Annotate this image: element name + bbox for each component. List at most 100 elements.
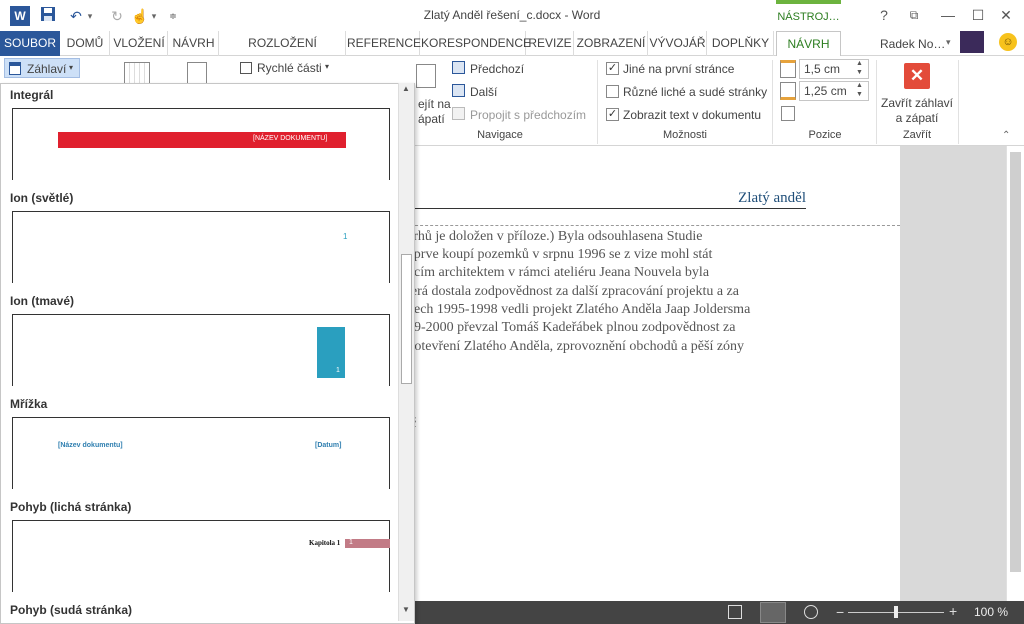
ribbon-display-options-button[interactable]: ⧉ bbox=[902, 4, 926, 26]
show-text-checkbox[interactable]: ✓ bbox=[606, 108, 619, 121]
tab-page-layout[interactable]: ROZLOŽENÍ STRÁNKY bbox=[220, 31, 346, 75]
body-text-line[interactable]: letech 1995-1998 vedli projekt Zlatého A… bbox=[400, 302, 806, 318]
smiley-feedback-icon[interactable]: ☺ bbox=[999, 33, 1017, 51]
header-position-spinner[interactable]: ▲ ▼ bbox=[856, 59, 863, 77]
gallery-item-ion-light[interactable]: 1 bbox=[12, 211, 390, 283]
avatar[interactable] bbox=[960, 31, 984, 53]
grid-preview-date: [Datum] bbox=[315, 442, 342, 449]
ribbon-separator bbox=[597, 60, 598, 144]
header-text[interactable]: Zlatý anděl bbox=[700, 190, 806, 207]
tab-review[interactable]: REVIZE bbox=[527, 31, 574, 56]
body-text-line[interactable]: n2 bbox=[400, 470, 806, 486]
gallery-scroll-up-icon[interactable]: ▲ bbox=[402, 84, 410, 93]
page-margin-area bbox=[900, 146, 1006, 601]
collapse-ribbon-icon[interactable]: ⌃ bbox=[1002, 130, 1010, 141]
footer-position-spinner[interactable]: ▲ ▼ bbox=[856, 81, 863, 99]
header-button-label: Záhlaví bbox=[27, 62, 67, 76]
body-text-line[interactable]: oucím architektem v rámci ateliéru Jeana… bbox=[400, 265, 806, 281]
quick-parts-icon[interactable] bbox=[240, 62, 252, 74]
tab-design[interactable]: NÁVRH bbox=[169, 31, 219, 56]
group-label-close: Zavřít bbox=[902, 129, 932, 141]
tab-references[interactable]: REFERENCE bbox=[347, 31, 421, 56]
help-button[interactable]: ? bbox=[872, 4, 896, 26]
go-to-footer-label-2[interactable]: ápatí bbox=[418, 112, 445, 126]
tab-developer[interactable]: VÝVOJÁŘ bbox=[649, 31, 707, 56]
first-page-checkbox[interactable]: ✓ bbox=[606, 62, 619, 75]
tab-mailings[interactable]: KORESPONDENCE bbox=[421, 31, 531, 56]
close-header-footer-label-2[interactable]: a zápatí bbox=[880, 111, 954, 125]
previous-button[interactable]: Předchozí bbox=[470, 62, 524, 76]
close-header-footer-label-1[interactable]: Zavřít záhlaví bbox=[880, 96, 954, 110]
user-dropdown-icon[interactable]: ▾ bbox=[946, 37, 951, 48]
link-previous-button[interactable]: Propojit s předchozím bbox=[470, 108, 586, 122]
undo-dropdown-icon[interactable]: ▾ bbox=[84, 6, 96, 26]
read-mode-icon[interactable] bbox=[728, 605, 742, 619]
undo-icon[interactable]: ↶ bbox=[66, 6, 86, 26]
gallery-item-pohyb-odd[interactable]: Kapitola 1 1 bbox=[12, 520, 390, 592]
insert-alignment-tab-icon[interactable] bbox=[781, 106, 795, 121]
zoom-slider-thumb[interactable] bbox=[894, 606, 898, 618]
context-tab-header: NÁSTROJ… bbox=[776, 0, 841, 31]
odd-even-checkbox[interactable] bbox=[606, 85, 619, 98]
gallery-scroll-thumb[interactable] bbox=[401, 254, 412, 384]
tab-header-footer-design[interactable]: NÁVRH bbox=[776, 31, 841, 57]
date-time-icon[interactable] bbox=[187, 62, 207, 84]
print-layout-icon[interactable] bbox=[760, 602, 786, 623]
save-icon[interactable] bbox=[38, 6, 58, 26]
show-text-option-label: Zobrazit text v dokumentu bbox=[623, 108, 762, 122]
group-label-options: Možnosti bbox=[662, 129, 708, 141]
zoom-in-button[interactable]: + bbox=[949, 603, 957, 619]
word-logo-icon[interactable]: W bbox=[10, 6, 30, 26]
zoom-out-button[interactable]: − bbox=[836, 604, 844, 620]
zoom-level[interactable]: 100 % bbox=[974, 605, 1008, 619]
body-text-line[interactable]: Kč bbox=[400, 416, 806, 432]
ribbon-separator bbox=[958, 60, 959, 144]
gallery-item-title: Integrál bbox=[10, 88, 54, 102]
page-number-icon[interactable] bbox=[124, 62, 150, 84]
body-text-line[interactable]: která dostala zodpovědnost za další zpra… bbox=[400, 284, 806, 300]
user-name[interactable]: Radek No… bbox=[880, 37, 945, 51]
tab-view[interactable]: ZOBRAZENÍ bbox=[575, 31, 648, 56]
body-text-line[interactable]: Teprve koupí pozemků v srpnu 1996 se z v… bbox=[400, 247, 806, 263]
maximize-button[interactable]: ☐ bbox=[966, 4, 990, 26]
pohyb-page-number: 1 bbox=[349, 539, 353, 546]
body-text-line[interactable]: 999-2000 převzal Tomáš Kadeřábek plnou z… bbox=[400, 320, 806, 336]
tab-insert[interactable]: VLOŽENÍ bbox=[111, 31, 168, 56]
gallery-item-title: Ion (světlé) bbox=[10, 191, 74, 205]
ion-dark-page-number: 1 bbox=[336, 367, 340, 374]
touch-mode-icon[interactable]: ☝ bbox=[130, 6, 150, 26]
body-text-line[interactable]: n2 bbox=[400, 452, 806, 468]
gallery-item-title: Pohyb (sudá stránka) bbox=[10, 603, 133, 617]
header-button[interactable]: Záhlaví ▾ bbox=[4, 58, 80, 78]
redo-icon[interactable]: ↻ bbox=[107, 6, 127, 26]
body-text-line[interactable]: n2 bbox=[400, 488, 806, 504]
gallery-item-title: Mřížka bbox=[10, 397, 48, 411]
gallery-item-grid[interactable]: [Název dokumentu] [Datum] bbox=[12, 417, 390, 489]
tab-file[interactable]: SOUBOR bbox=[0, 31, 60, 56]
header-position-icon bbox=[780, 60, 796, 78]
body-text-line[interactable]: n2 bbox=[400, 434, 806, 450]
footer-position-icon bbox=[780, 82, 796, 100]
go-to-footer-label-1[interactable]: ejít na bbox=[418, 97, 451, 111]
link-previous-icon bbox=[452, 107, 465, 120]
close-button[interactable]: ✕ bbox=[994, 4, 1018, 26]
ion-dark-block bbox=[317, 327, 345, 378]
gallery-item-ion-dark[interactable]: 1 bbox=[12, 314, 390, 386]
customize-qat-icon[interactable]: ≑ bbox=[166, 6, 180, 26]
body-text-line[interactable]: ní otevření Zlatého Anděla, zprovoznění … bbox=[400, 339, 806, 355]
scroll-thumb[interactable] bbox=[1010, 152, 1021, 572]
quick-parts-button[interactable]: Rychlé části bbox=[257, 61, 322, 75]
minimize-button[interactable]: — bbox=[936, 4, 960, 26]
touch-dropdown-icon[interactable]: ▾ bbox=[148, 6, 160, 26]
gallery-item-integral[interactable]: [NÁZEV DOKUMENTU] bbox=[12, 108, 390, 180]
next-button[interactable]: Další bbox=[470, 85, 497, 99]
gallery-scrollbar[interactable]: ▲ ▼ bbox=[398, 83, 414, 621]
tab-addins[interactable]: DOPLŇKY bbox=[708, 31, 774, 56]
tab-home[interactable]: DOMŮ bbox=[61, 31, 110, 56]
close-header-footer-icon[interactable]: ✕ bbox=[904, 63, 930, 89]
go-to-footer-icon[interactable] bbox=[416, 64, 436, 88]
web-layout-icon[interactable] bbox=[804, 605, 818, 619]
body-text-line[interactable]: ávrhů je doložen v příloze.) Byla odsouh… bbox=[400, 229, 806, 245]
gallery-scroll-down-icon[interactable]: ▼ bbox=[402, 605, 410, 614]
vertical-scrollbar[interactable] bbox=[1006, 146, 1024, 601]
